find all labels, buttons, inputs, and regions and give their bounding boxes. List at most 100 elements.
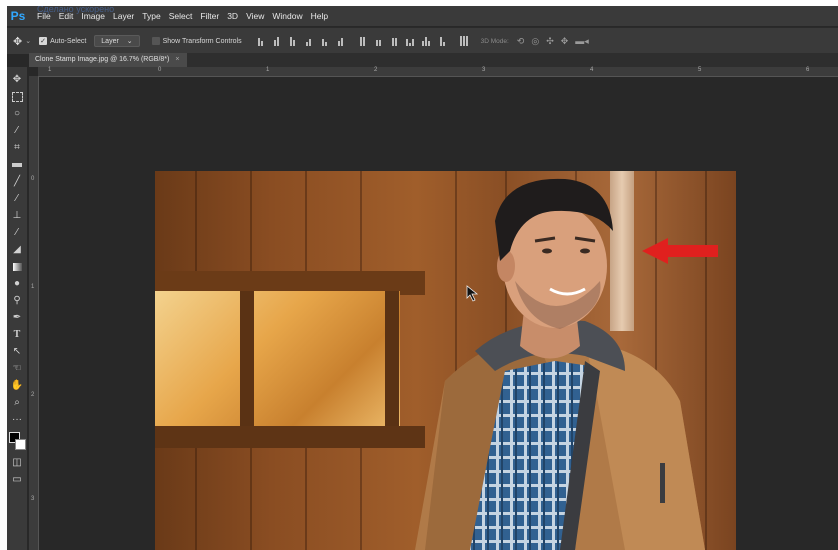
ruler-tick-label: 0 — [31, 176, 35, 182]
close-icon[interactable]: × — [175, 53, 179, 67]
gradient-icon — [12, 262, 22, 271]
align-bottom-icon[interactable] — [288, 36, 297, 46]
ruler-tick-label: 3 — [482, 67, 486, 73]
ruler-tick-label: 6 — [806, 67, 810, 73]
align-left-icon[interactable] — [304, 36, 313, 46]
crop-tool[interactable]: ⌗ — [10, 141, 24, 155]
menu-select[interactable]: Select — [165, 6, 197, 26]
more-tools[interactable]: ··· — [10, 413, 24, 427]
bandage-icon: ⁄ — [16, 193, 18, 204]
ps-logo-icon: Ps — [10, 9, 26, 23]
shape-icon: ☜ — [12, 363, 22, 374]
stamp-icon: ⊥ — [12, 210, 22, 221]
quick-mask-icon: ◫ — [12, 457, 22, 468]
align-buttons — [256, 36, 469, 46]
distribute-right-icon[interactable] — [438, 36, 447, 46]
mode-3d-label: 3D Mode: — [480, 37, 509, 45]
distribute-vcenter-icon[interactable] — [374, 36, 383, 46]
eraser-tool[interactable]: ◢ — [10, 243, 24, 257]
menu-3d[interactable]: 3D — [223, 6, 242, 26]
chevron-down-icon: ⌄ — [126, 38, 133, 45]
gradient-tool[interactable] — [10, 260, 24, 274]
ruler-tick-label: 2 — [374, 67, 378, 73]
man-figure — [415, 178, 705, 550]
quick-mask-button[interactable]: ◫ — [10, 456, 24, 470]
vertical-ruler[interactable]: 0 1 2 3 — [29, 76, 39, 550]
clone-stamp-tool[interactable]: ⊥ — [10, 209, 24, 223]
screen-mode-icon: ▭ — [12, 474, 22, 485]
move-tool[interactable]: ✥ — [10, 73, 24, 87]
pen-icon: ✒ — [12, 312, 22, 323]
pan-3d-icon[interactable]: ✣ — [546, 36, 554, 47]
zoom-icon: ⌕ — [14, 397, 20, 408]
roll-3d-icon[interactable]: ◎ — [531, 36, 539, 47]
lasso-tool[interactable]: ○ — [10, 107, 24, 121]
horizontal-ruler[interactable]: 1 0 1 2 3 4 5 6 — [38, 67, 838, 77]
screen-mode-button[interactable]: ▭ — [10, 473, 24, 487]
history-brush-icon: ⁄ — [16, 227, 18, 238]
ruler-tick-label: 3 — [31, 496, 35, 502]
orbit-3d-icon[interactable]: ⟲ — [517, 36, 525, 47]
menu-type[interactable]: Type — [138, 6, 164, 26]
ruler-tick-label: 4 — [590, 67, 594, 73]
path-select-tool[interactable]: ↖ — [10, 345, 24, 359]
distribute-bottom-icon[interactable] — [390, 36, 399, 46]
options-bar: ✥ ⌄ ✓ Auto-Select Layer ⌄ Show Transform… — [7, 27, 838, 54]
dodge-icon: ⚲ — [13, 295, 21, 306]
zoom-tool[interactable]: ⌕ — [10, 396, 24, 410]
marquee-tool[interactable] — [10, 90, 24, 104]
align-right-icon[interactable] — [336, 36, 345, 46]
tools-panel: ✥ ○ ⁄ ⌗ ╱ ⁄ ⊥ ⁄ ◢ ● ⚲ ✒ T ↖ ☜ ✋ ⌕ ··· ◫ … — [7, 67, 27, 550]
distribute-hcenter-icon[interactable] — [422, 36, 431, 46]
move-icon: ✥ — [12, 74, 22, 85]
menu-bar: Ps File Edit Image Layer Type Select Fil… — [7, 6, 838, 26]
quick-select-tool[interactable]: ⁄ — [10, 124, 24, 138]
align-vcenter-icon[interactable] — [272, 36, 281, 46]
ellipsis-icon: ··· — [12, 414, 22, 425]
menu-filter[interactable]: Filter — [196, 6, 223, 26]
checkbox-checked-icon: ✓ — [39, 37, 48, 45]
auto-select-checkbox[interactable]: ✓ Auto-Select — [39, 37, 86, 45]
mouse-cursor-icon — [466, 285, 479, 302]
document-tab-bar: Clone Stamp Image.jpg @ 16.7% (RGB/8*) × — [29, 53, 838, 67]
auto-align-icon[interactable] — [460, 36, 469, 46]
menu-window[interactable]: Window — [268, 6, 306, 26]
background-color-swatch[interactable] — [15, 439, 26, 450]
frame-tool[interactable] — [10, 158, 24, 172]
ruler-tick-label: 0 — [158, 67, 162, 73]
menu-help[interactable]: Help — [307, 6, 332, 26]
move-tool-preset[interactable]: ✥ ⌄ — [13, 35, 31, 48]
lasso-icon: ○ — [13, 108, 21, 119]
color-swatches[interactable] — [9, 432, 26, 450]
show-transform-label: Show Transform Controls — [162, 37, 242, 45]
slide-3d-icon[interactable]: ✥ — [561, 36, 569, 47]
drop-icon: ● — [13, 278, 21, 289]
menu-view[interactable]: View — [242, 6, 268, 26]
scale-3d-icon[interactable]: ▬◂ — [575, 36, 589, 47]
distribute-top-icon[interactable] — [358, 36, 367, 46]
document-tab[interactable]: Clone Stamp Image.jpg @ 16.7% (RGB/8*) × — [29, 53, 188, 67]
align-top-icon[interactable] — [256, 36, 265, 46]
hand-tool[interactable]: ✋ — [10, 379, 24, 393]
blur-tool[interactable]: ● — [10, 277, 24, 291]
auto-select-label: Auto-Select — [50, 37, 87, 45]
eyedropper-tool[interactable]: ╱ — [10, 175, 24, 189]
document-image[interactable] — [155, 171, 736, 550]
distribute-left-icon[interactable] — [406, 36, 415, 46]
wand-icon: ⁄ — [16, 125, 18, 136]
auto-select-target-dropdown[interactable]: Layer ⌄ — [94, 35, 140, 47]
recording-watermark: Сделано ускорено — [37, 6, 115, 14]
shape-tool[interactable]: ☜ — [10, 362, 24, 376]
dodge-tool[interactable]: ⚲ — [10, 294, 24, 308]
history-brush-tool[interactable]: ⁄ — [10, 226, 24, 240]
layer-select-value: Layer — [101, 38, 119, 45]
healing-brush-tool[interactable]: ⁄ — [10, 192, 24, 206]
align-hcenter-icon[interactable] — [320, 36, 329, 46]
show-transform-checkbox[interactable]: Show Transform Controls — [151, 37, 242, 45]
eraser-icon: ◢ — [13, 244, 21, 255]
type-tool[interactable]: T — [10, 328, 24, 342]
ruler-tick-label: 1 — [266, 67, 270, 73]
crop-icon: ⌗ — [14, 142, 20, 153]
pen-tool[interactable]: ✒ — [10, 311, 24, 325]
ruler-tick-label: 1 — [48, 67, 52, 73]
